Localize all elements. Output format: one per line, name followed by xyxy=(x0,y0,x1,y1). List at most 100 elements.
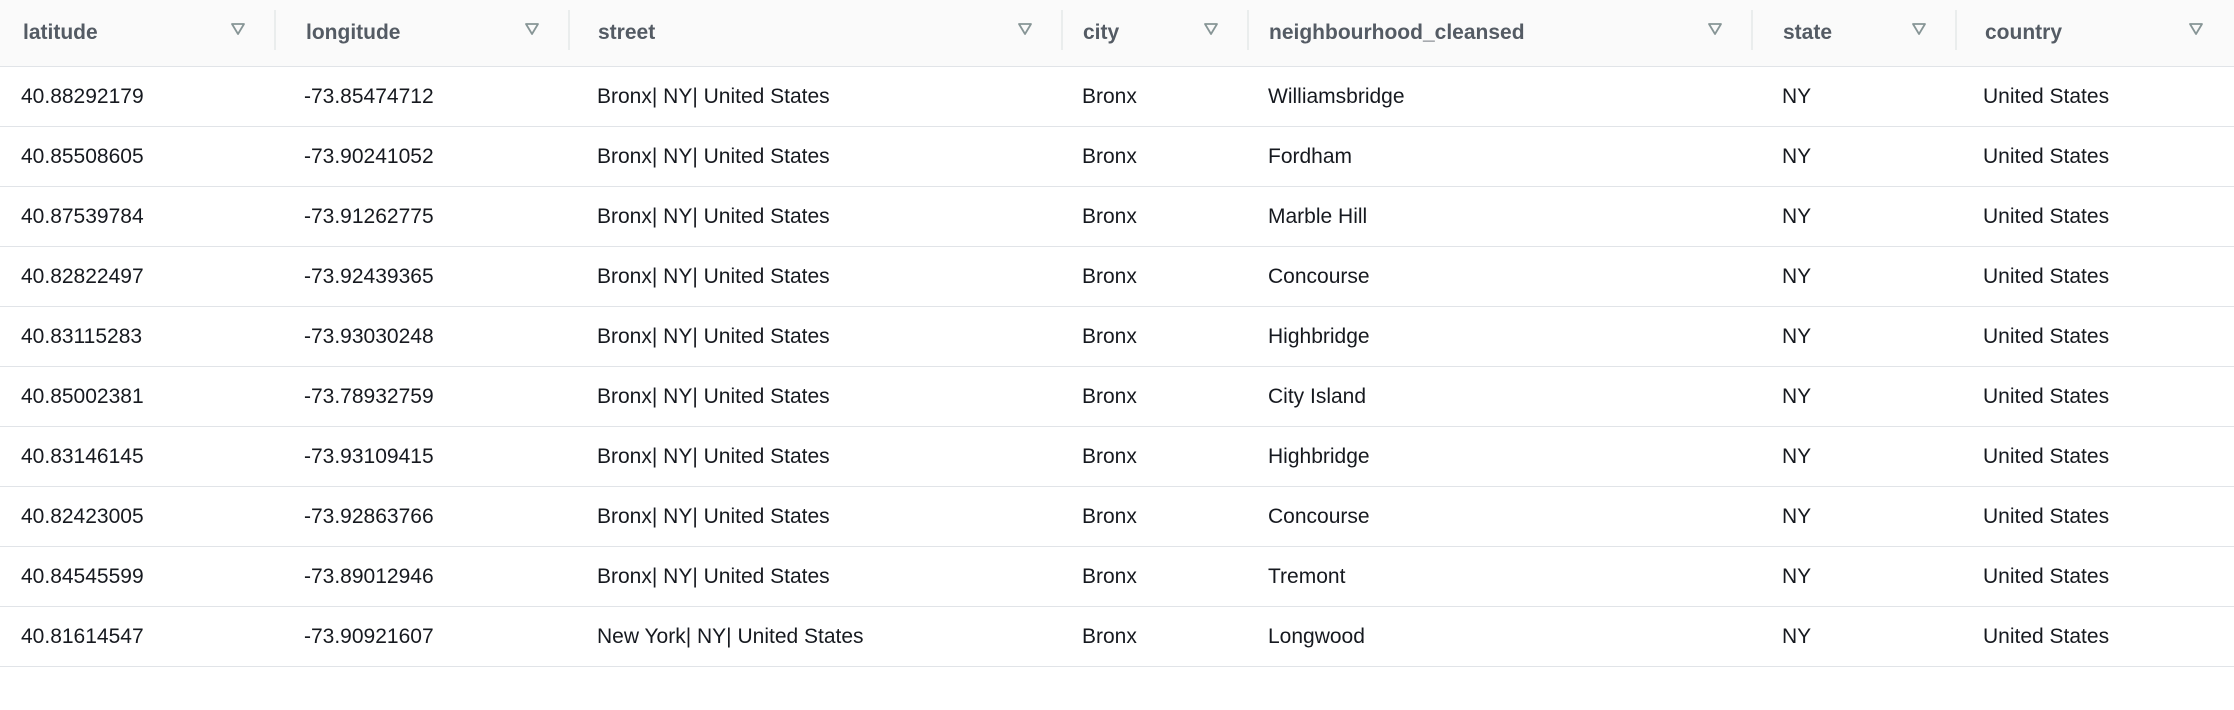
cell-neighbourhood: Highbridge xyxy=(1268,324,1370,348)
table-row: 40.82423005 -73.92863766 Bronx| NY| Unit… xyxy=(0,487,2234,547)
table-row: 40.82822497 -73.92439365 Bronx| NY| Unit… xyxy=(0,247,2234,307)
cell-country: United States xyxy=(1983,324,2110,348)
sort-triangle-icon[interactable] xyxy=(1203,21,1219,37)
table-row: 40.81614547 -73.90921607 New York| NY| U… xyxy=(0,607,2234,667)
cell-street: Bronx| NY| United States xyxy=(597,384,830,408)
sort-triangle-icon[interactable] xyxy=(1911,21,1927,37)
cell-latitude: 40.81614547 xyxy=(21,624,144,648)
cell-longitude: -73.91262775 xyxy=(304,204,434,228)
sort-triangle-icon[interactable] xyxy=(1017,21,1033,37)
column-header-label: longitude xyxy=(306,21,401,44)
cell-street: Bronx| NY| United States xyxy=(597,504,830,528)
cell-latitude: 40.82822497 xyxy=(21,264,144,288)
cell-neighbourhood: Marble Hill xyxy=(1268,204,1368,228)
cell-city: Bronx xyxy=(1082,204,1137,228)
cell-latitude: 40.88292179 xyxy=(21,84,144,108)
cell-latitude: 40.84545599 xyxy=(21,564,144,588)
cell-country: United States xyxy=(1983,264,2110,288)
cell-neighbourhood: Concourse xyxy=(1268,504,1370,528)
cell-city: Bronx xyxy=(1082,264,1137,288)
cell-neighbourhood: Tremont xyxy=(1268,564,1346,588)
column-header-longitude[interactable]: longitude xyxy=(276,0,570,66)
column-header-latitude[interactable]: latitude xyxy=(0,0,276,66)
cell-city: Bronx xyxy=(1082,564,1137,588)
cell-country: United States xyxy=(1983,504,2110,528)
column-header-label: street xyxy=(598,21,656,44)
cell-latitude: 40.83146145 xyxy=(21,444,144,468)
sort-triangle-icon[interactable] xyxy=(524,21,540,37)
column-header-street[interactable]: street xyxy=(570,0,1063,66)
cell-longitude: -73.92439365 xyxy=(304,264,434,288)
cell-longitude: -73.85474712 xyxy=(304,84,434,108)
table-row: 40.84545599 -73.89012946 Bronx| NY| Unit… xyxy=(0,547,2234,607)
cell-city: Bronx xyxy=(1082,324,1137,348)
cell-state: NY xyxy=(1782,324,1812,348)
cell-street: Bronx| NY| United States xyxy=(597,264,830,288)
cell-city: Bronx xyxy=(1082,84,1137,108)
column-header-label: latitude xyxy=(23,21,98,44)
table-body: 40.88292179 -73.85474712 Bronx| NY| Unit… xyxy=(0,67,2234,667)
table-row: 40.87539784 -73.91262775 Bronx| NY| Unit… xyxy=(0,187,2234,247)
sort-triangle-icon[interactable] xyxy=(230,21,246,37)
cell-longitude: -73.78932759 xyxy=(304,384,434,408)
cell-latitude: 40.87539784 xyxy=(21,204,144,228)
cell-country: United States xyxy=(1983,564,2110,588)
cell-state: NY xyxy=(1782,204,1812,228)
cell-country: United States xyxy=(1983,144,2110,168)
cell-neighbourhood: Williamsbridge xyxy=(1268,84,1405,108)
cell-latitude: 40.82423005 xyxy=(21,504,144,528)
cell-longitude: -73.90921607 xyxy=(304,624,434,648)
cell-country: United States xyxy=(1983,444,2110,468)
cell-longitude: -73.89012946 xyxy=(304,564,434,588)
table-row: 40.85002381 -73.78932759 Bronx| NY| Unit… xyxy=(0,367,2234,427)
cell-country: United States xyxy=(1983,84,2110,108)
cell-state: NY xyxy=(1782,504,1812,528)
column-header-label: country xyxy=(1985,21,2063,44)
column-header-state[interactable]: state xyxy=(1753,0,1957,66)
cell-state: NY xyxy=(1782,444,1812,468)
table-row: 40.88292179 -73.85474712 Bronx| NY| Unit… xyxy=(0,67,2234,127)
sort-triangle-icon[interactable] xyxy=(2188,21,2204,37)
cell-street: Bronx| NY| United States xyxy=(597,144,830,168)
table-row: 40.83115283 -73.93030248 Bronx| NY| Unit… xyxy=(0,307,2234,367)
cell-neighbourhood: City Island xyxy=(1268,384,1367,408)
column-header-label: state xyxy=(1783,21,1833,44)
cell-country: United States xyxy=(1983,204,2110,228)
cell-longitude: -73.90241052 xyxy=(304,144,434,168)
cell-state: NY xyxy=(1782,264,1812,288)
table-row: 40.83146145 -73.93109415 Bronx| NY| Unit… xyxy=(0,427,2234,487)
table-header: latitude longitude street city neighbour… xyxy=(0,0,2234,67)
cell-longitude: -73.93030248 xyxy=(304,324,434,348)
cell-neighbourhood: Concourse xyxy=(1268,264,1370,288)
cell-country: United States xyxy=(1983,384,2110,408)
cell-city: Bronx xyxy=(1082,624,1137,648)
sort-triangle-icon[interactable] xyxy=(1707,21,1723,37)
cell-state: NY xyxy=(1782,84,1812,108)
cell-state: NY xyxy=(1782,384,1812,408)
cell-longitude: -73.92863766 xyxy=(304,504,434,528)
cell-neighbourhood: Longwood xyxy=(1268,624,1365,648)
cell-city: Bronx xyxy=(1082,444,1137,468)
cell-state: NY xyxy=(1782,564,1812,588)
cell-latitude: 40.83115283 xyxy=(21,324,143,348)
cell-street: Bronx| NY| United States xyxy=(597,84,830,108)
cell-latitude: 40.85002381 xyxy=(21,384,144,408)
cell-street: New York| NY| United States xyxy=(597,624,864,648)
cell-latitude: 40.85508605 xyxy=(21,144,144,168)
cell-street: Bronx| NY| United States xyxy=(597,324,830,348)
cell-street: Bronx| NY| United States xyxy=(597,444,830,468)
column-header-label: city xyxy=(1083,21,1120,44)
cell-street: Bronx| NY| United States xyxy=(597,564,830,588)
results-table: latitude longitude street city neighbour… xyxy=(0,0,2234,667)
cell-longitude: -73.93109415 xyxy=(304,444,434,468)
cell-state: NY xyxy=(1782,144,1812,168)
cell-neighbourhood: Fordham xyxy=(1268,144,1353,168)
column-header-neighbourhood-cleansed[interactable]: neighbourhood_cleansed xyxy=(1249,0,1753,66)
cell-city: Bronx xyxy=(1082,144,1137,168)
column-header-country[interactable]: country xyxy=(1957,0,2234,66)
table-row: 40.85508605 -73.90241052 Bronx| NY| Unit… xyxy=(0,127,2234,187)
column-header-city[interactable]: city xyxy=(1063,0,1249,66)
cell-neighbourhood: Highbridge xyxy=(1268,444,1370,468)
column-header-label: neighbourhood_cleansed xyxy=(1269,21,1525,44)
cell-country: United States xyxy=(1983,624,2110,648)
